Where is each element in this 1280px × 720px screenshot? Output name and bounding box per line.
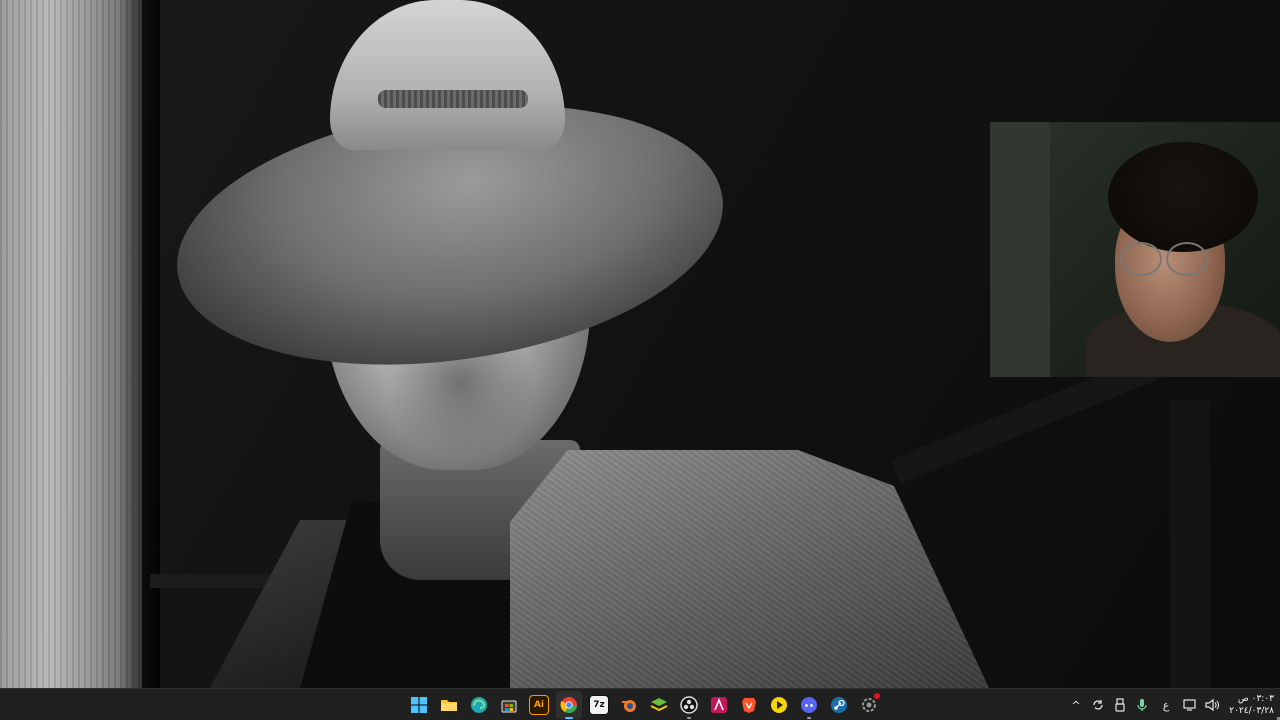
taskbar-app-brave[interactable] bbox=[736, 691, 762, 719]
taskbar-app-file-explorer[interactable] bbox=[436, 691, 462, 719]
play-circle-icon bbox=[770, 696, 788, 714]
webcam-overlay bbox=[990, 122, 1280, 377]
webcam-glasses bbox=[1120, 242, 1215, 276]
store-icon bbox=[500, 696, 518, 714]
edge-icon bbox=[470, 696, 488, 714]
hat-crown bbox=[330, 0, 565, 150]
clock-time: ٠٣:٠٣ ص bbox=[1237, 694, 1274, 704]
taskbar-app-7zip[interactable]: 7z bbox=[586, 691, 612, 719]
taskbar-app-edge[interactable] bbox=[466, 691, 492, 719]
obs-icon bbox=[680, 696, 698, 714]
volume-icon[interactable] bbox=[1202, 693, 1222, 717]
taskbar-app-media-player[interactable] bbox=[766, 691, 792, 719]
blender-icon bbox=[620, 696, 638, 714]
hat-band bbox=[378, 90, 528, 108]
brave-icon bbox=[740, 696, 758, 714]
network-icon[interactable] bbox=[1180, 693, 1200, 717]
clock[interactable]: ٠٣:٠٣ ص ٢٠٢٤/٠٣/٢٨ bbox=[1224, 691, 1274, 719]
taskbar-app-blender[interactable] bbox=[616, 691, 642, 719]
taskbar-app-list: Ai 7z bbox=[406, 691, 882, 719]
taskbar-app-affinity[interactable] bbox=[706, 691, 732, 719]
taskbar-app-microsoft-store[interactable] bbox=[496, 691, 522, 719]
windows-logo-icon bbox=[410, 696, 428, 714]
folder-icon bbox=[440, 696, 458, 714]
affinity-icon bbox=[710, 696, 728, 714]
taskbar-app-chrome[interactable] bbox=[556, 691, 582, 719]
input-language-indicator[interactable]: ع bbox=[1154, 693, 1178, 717]
illustrator-icon: Ai bbox=[529, 695, 549, 715]
chrome-icon bbox=[560, 696, 578, 714]
taskbar-app-obs[interactable] bbox=[676, 691, 702, 719]
clock-date: ٢٠٢٤/٠٣/٢٨ bbox=[1229, 706, 1274, 716]
webcam-person-hair bbox=[1108, 142, 1258, 252]
taskbar-app-system-app[interactable] bbox=[856, 691, 882, 719]
system-tray: ^ ع ٠٣:٠٣ ص ٢٠٢٤/٠٣/٢٨ bbox=[1066, 691, 1274, 719]
7zip-icon: 7z bbox=[589, 695, 609, 715]
denim-jacket bbox=[510, 450, 990, 688]
show-hidden-icons-chevron-icon[interactable]: ^ bbox=[1066, 693, 1086, 717]
taskbar-app-steam[interactable] bbox=[826, 691, 852, 719]
support-beam bbox=[1170, 400, 1210, 688]
taskbar-app-illustrator[interactable]: Ai bbox=[526, 691, 552, 719]
notification-badge bbox=[874, 693, 880, 699]
taskbar-app-discord[interactable] bbox=[796, 691, 822, 719]
taskbar-app-start[interactable] bbox=[406, 691, 432, 719]
discord-icon bbox=[800, 696, 818, 714]
webcam-background-door bbox=[990, 122, 1050, 377]
steam-icon bbox=[830, 696, 848, 714]
usb-drive-icon[interactable] bbox=[1110, 693, 1130, 717]
taskbar: Ai 7z ^ ع ٠٣:٠٣ ص ٢٠٢٤/٠٣/٢٨ bbox=[0, 688, 1280, 720]
layers-icon bbox=[650, 696, 668, 714]
taskbar-app-layers-app[interactable] bbox=[646, 691, 672, 719]
sync-icon[interactable] bbox=[1088, 693, 1108, 717]
microphone-icon[interactable] bbox=[1132, 693, 1152, 717]
